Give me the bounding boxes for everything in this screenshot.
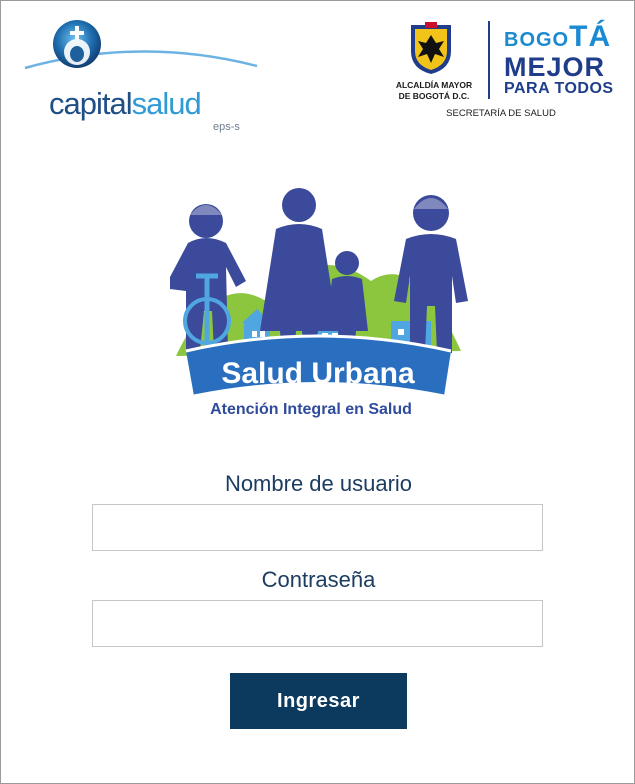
capitalsalud-suffix: eps-s <box>213 121 240 133</box>
username-label: Nombre de usuario <box>224 471 413 496</box>
capitalsalud-wordmark: capitalsalud <box>49 86 202 121</box>
password-input[interactable] <box>92 600 543 647</box>
bogota-coat-of-arms-icon <box>411 22 451 74</box>
logo-divider <box>488 21 490 99</box>
bogota-mejor-para-todos-logo: BOGOTÁ MEJOR PARA TODOS <box>504 20 614 98</box>
capitalsalud-logo: capitalsalud eps-s <box>21 16 261 133</box>
secretaria-de-salud-text: SECRETARÍA DE SALUD <box>446 108 556 119</box>
username-input[interactable] <box>92 504 543 551</box>
alcaldia-line1: ALCALDÍA MAYOR <box>395 80 473 90</box>
banner-title: Salud Urbana <box>221 357 415 390</box>
alcaldia-mayor-text: ALCALDÍA MAYOR DE BOGOTÁ D.C. <box>389 80 479 102</box>
alcaldia-line2: DE BOGOTÁ D.C. <box>398 91 470 101</box>
bogota-brand-line3: PARA TODOS <box>504 80 614 97</box>
banner-subtitle: Atención Integral en Salud <box>210 401 412 418</box>
password-label: Contraseña <box>261 567 376 592</box>
salud-urbana-illustration: Salud Urbana Atención Integral en Salud <box>170 188 468 418</box>
login-button[interactable]: Ingresar <box>230 673 407 729</box>
bogota-brand-line1: BOGOTÁ <box>504 20 612 53</box>
bogota-brand-line2: MEJOR <box>504 52 606 82</box>
login-page: capitalsalud eps-s ALCALDÍA MAYOR DE BOG… <box>0 0 635 784</box>
